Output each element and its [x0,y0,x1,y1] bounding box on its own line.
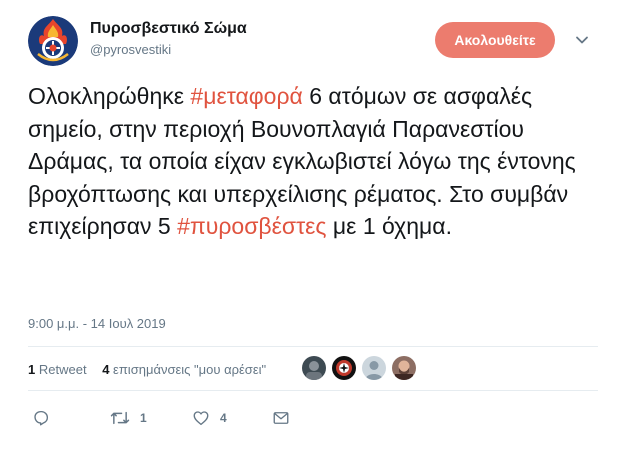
like-button[interactable]: 4 [192,406,227,430]
liker-avatar[interactable] [392,356,416,380]
retweet-icon [110,411,130,425]
retweet-button[interactable]: 1 [110,406,147,430]
tweet-timestamp[interactable]: 9:00 μ.μ. - 14 Ιουλ 2019 [28,316,166,331]
like-count: 4 [220,411,227,425]
like-stat[interactable]: 4 επισημάνσεις "μου αρέσει" [102,362,266,377]
retweet-stat-label: Retweet [38,362,87,377]
retweet-stat[interactable]: 1 Retweet [28,362,87,377]
text-segment: Ολοκληρώθηκε [28,83,191,109]
text-segment: με 1 όχημα. [326,213,452,239]
hashtag-link[interactable]: #πυροσβέστες [177,213,326,239]
retweet-stat-count: 1 [28,362,36,377]
direct-message-button[interactable] [272,406,290,430]
reply-icon [34,410,49,426]
avatar[interactable] [28,16,78,66]
reply-button[interactable] [32,406,60,430]
like-stat-label: επισημάνσεις "μου αρέσει" [113,362,267,377]
divider [28,346,598,347]
heart-icon [193,411,209,426]
liker-avatar[interactable] [302,356,326,380]
user-handle[interactable]: @pyrosvestiki [90,42,171,57]
liker-avatar[interactable] [332,356,356,380]
retweet-count: 1 [140,411,147,425]
chevron-down-icon[interactable] [574,32,590,48]
liker-avatar[interactable] [362,356,386,380]
display-name[interactable]: Πυροσβεστικό Σώμα [90,20,247,38]
fire-service-logo [28,16,78,66]
tweet: Πυροσβεστικό Σώμα @pyrosvestiki Ακολουθε… [0,0,626,458]
engagement-stats: 1 Retweet 4 επισημάνσεις "μου αρέσει" [28,362,278,377]
envelope-icon [273,412,289,424]
tweet-text: Ολοκληρώθηκε #μεταφορά 6 ατόμων σε ασφαλ… [28,80,608,243]
liker-avatars [302,356,416,380]
divider [28,390,598,391]
following-button[interactable]: Ακολουθείτε [435,22,555,58]
like-stat-count: 4 [102,362,110,377]
hashtag-link[interactable]: #μεταφορά [190,83,302,109]
